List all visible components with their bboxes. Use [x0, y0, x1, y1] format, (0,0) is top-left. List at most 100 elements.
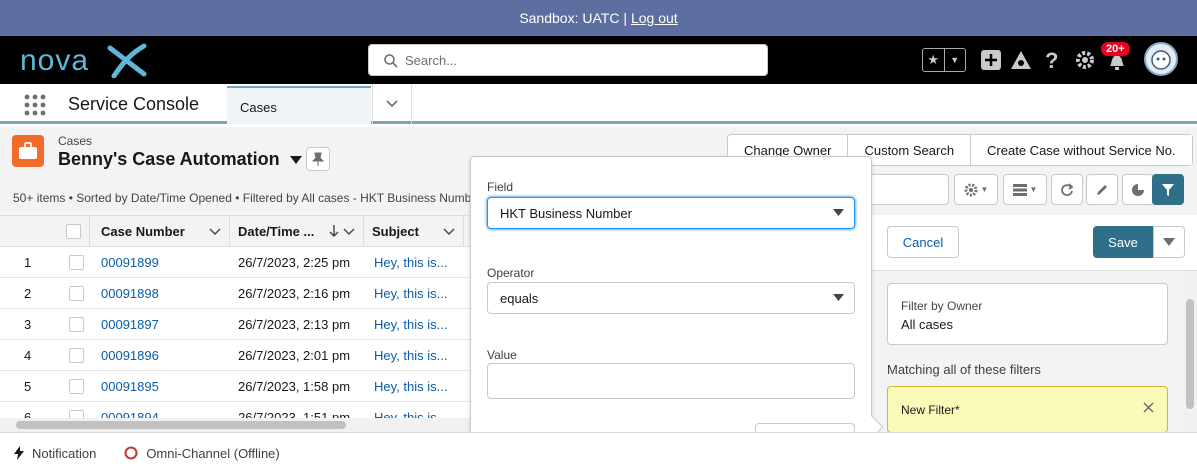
- new-filter-label: New Filter*: [901, 403, 960, 417]
- close-icon[interactable]: [1143, 402, 1154, 413]
- list-view-meta: 50+ items • Sorted by Date/Time Opened •…: [13, 191, 473, 205]
- row-checkbox[interactable]: [69, 348, 84, 363]
- caret-down-icon: [833, 209, 844, 216]
- row-checkbox[interactable]: [69, 317, 84, 332]
- chevron-down-icon[interactable]: [343, 224, 355, 238]
- value-input[interactable]: [487, 363, 855, 399]
- case-number-link[interactable]: 00091899: [101, 255, 159, 270]
- favorites-button[interactable]: ★ ▼: [922, 48, 966, 72]
- case-number-link[interactable]: 00091897: [101, 317, 159, 332]
- save-menu-button[interactable]: [1153, 226, 1185, 258]
- gear-icon: [964, 183, 978, 196]
- save-button[interactable]: Save: [1093, 226, 1153, 258]
- user-avatar[interactable]: [1144, 42, 1178, 76]
- help-icon[interactable]: ?: [1044, 48, 1060, 72]
- list-settings-button[interactable]: ▼: [954, 174, 998, 205]
- case-object-icon: [12, 135, 44, 167]
- table-icon: [1012, 183, 1027, 196]
- horizontal-scrollbar[interactable]: [0, 418, 471, 432]
- column-label: Case Number: [101, 224, 185, 239]
- new-filter-card[interactable]: New Filter*: [887, 386, 1168, 433]
- column-header-date-time[interactable]: Date/Time ...: [230, 216, 364, 247]
- logout-link[interactable]: Log out: [631, 10, 678, 26]
- row-number: 3: [24, 317, 32, 332]
- table-row[interactable]: 5 00091895 26/7/2023, 1:58 pm Hey, this …: [0, 371, 471, 402]
- app-navigation: Service Console Cases: [0, 84, 1197, 124]
- search-icon: [384, 54, 398, 68]
- column-header-subject[interactable]: Subject: [364, 216, 464, 247]
- date-time-opened: 26/7/2023, 2:01 pm: [238, 348, 351, 363]
- tab-cases[interactable]: Cases: [227, 86, 371, 124]
- svg-text:?: ?: [1045, 48, 1058, 72]
- app-launcher-icon[interactable]: [24, 94, 46, 116]
- row-checkbox[interactable]: [69, 379, 84, 394]
- add-icon[interactable]: [980, 49, 1002, 71]
- select-all-checkbox[interactable]: [66, 224, 81, 239]
- vertical-scrollbar[interactable]: [1182, 271, 1197, 433]
- create-case-button[interactable]: Create Case without Service No.: [970, 135, 1192, 165]
- chevron-down-icon[interactable]: [209, 224, 221, 238]
- gear-icon[interactable]: [1075, 50, 1095, 70]
- subject-link[interactable]: Hey, this is...: [374, 317, 447, 332]
- subject-link[interactable]: Hey, this is...: [374, 379, 447, 394]
- row-number: 2: [24, 286, 32, 301]
- tab-menu-button[interactable]: [372, 84, 412, 124]
- date-time-opened: 26/7/2023, 2:16 pm: [238, 286, 351, 301]
- display-as-button[interactable]: ▼: [1003, 174, 1047, 205]
- case-number-link[interactable]: 00091898: [101, 286, 159, 301]
- charts-button[interactable]: [1122, 174, 1154, 205]
- filters-panel-body: Filter by Owner All cases Matching all o…: [872, 270, 1197, 433]
- case-number-link[interactable]: 00091895: [101, 379, 159, 394]
- utility-omni-channel[interactable]: Omni-Channel (Offline): [124, 445, 280, 461]
- filter-icon: [1162, 183, 1174, 196]
- trailhead-icon[interactable]: [1009, 49, 1033, 71]
- date-time-opened: 26/7/2023, 2:13 pm: [238, 317, 351, 332]
- filters-panel: Cancel Save Filter by Owner All cases Ma…: [871, 215, 1197, 433]
- value-label: Value: [487, 348, 517, 362]
- operator-label: Operator: [487, 266, 535, 280]
- row-checkbox[interactable]: [69, 255, 84, 270]
- refresh-button[interactable]: [1051, 174, 1083, 205]
- notification-badge: 20+: [1101, 42, 1130, 56]
- lightning-icon: [14, 446, 24, 460]
- list-view-name: Benny's Case Automation: [58, 149, 280, 169]
- pencil-icon: [1097, 184, 1107, 195]
- pin-list-button[interactable]: [306, 147, 330, 171]
- scrollbar-thumb[interactable]: [1186, 299, 1194, 409]
- column-header-case-number[interactable]: Case Number: [91, 216, 230, 247]
- sandbox-label: Sandbox: UATC |: [519, 10, 627, 26]
- chevron-down-icon[interactable]: [443, 224, 455, 238]
- date-time-opened: 26/7/2023, 2:25 pm: [238, 255, 351, 270]
- operator-select[interactable]: equals: [487, 282, 855, 314]
- list-search-input[interactable]: [870, 174, 949, 205]
- subject-link[interactable]: Hey, this is...: [374, 255, 447, 270]
- table-row[interactable]: 4 00091896 26/7/2023, 2:01 pm Hey, this …: [0, 340, 471, 371]
- row-number: 4: [24, 348, 32, 363]
- refresh-icon: [1061, 182, 1074, 196]
- global-header: nova Search... ★ ▼ ?: [0, 36, 1197, 84]
- field-select[interactable]: HKT Business Number: [487, 197, 855, 229]
- pin-icon: [312, 152, 324, 166]
- briefcase-icon: [19, 142, 37, 159]
- table-row[interactable]: 3 00091897 26/7/2023, 2:13 pm Hey, this …: [0, 309, 471, 340]
- table-row[interactable]: 1 00091899 26/7/2023, 2:25 pm Hey, this …: [0, 247, 471, 278]
- table-row[interactable]: 2 00091898 26/7/2023, 2:16 pm Hey, this …: [0, 278, 471, 309]
- global-search-input[interactable]: Search...: [368, 44, 768, 76]
- case-number-link[interactable]: 00091896: [101, 348, 159, 363]
- filter-by-owner-card[interactable]: Filter by Owner All cases: [887, 283, 1168, 345]
- notification-label: Notification: [32, 445, 97, 461]
- novax-logo[interactable]: nova: [18, 42, 158, 78]
- scrollbar-thumb[interactable]: [16, 421, 346, 429]
- cancel-button[interactable]: Cancel: [887, 226, 959, 258]
- filters-button[interactable]: [1152, 174, 1184, 205]
- list-view-title[interactable]: Benny's Case Automation: [58, 149, 302, 170]
- inline-edit-button[interactable]: [1086, 174, 1118, 205]
- subject-link[interactable]: Hey, this is...: [374, 286, 447, 301]
- row-checkbox[interactable]: [69, 286, 84, 301]
- utility-notification[interactable]: Notification: [14, 446, 96, 461]
- chevron-down-icon: [386, 100, 398, 108]
- table-header: Case Number Date/Time ... Subject: [0, 215, 471, 247]
- subject-link[interactable]: Hey, this is...: [374, 348, 447, 363]
- chevron-down-icon: ▼: [1029, 185, 1038, 194]
- omni-channel-label: Omni-Channel (Offline): [146, 445, 280, 461]
